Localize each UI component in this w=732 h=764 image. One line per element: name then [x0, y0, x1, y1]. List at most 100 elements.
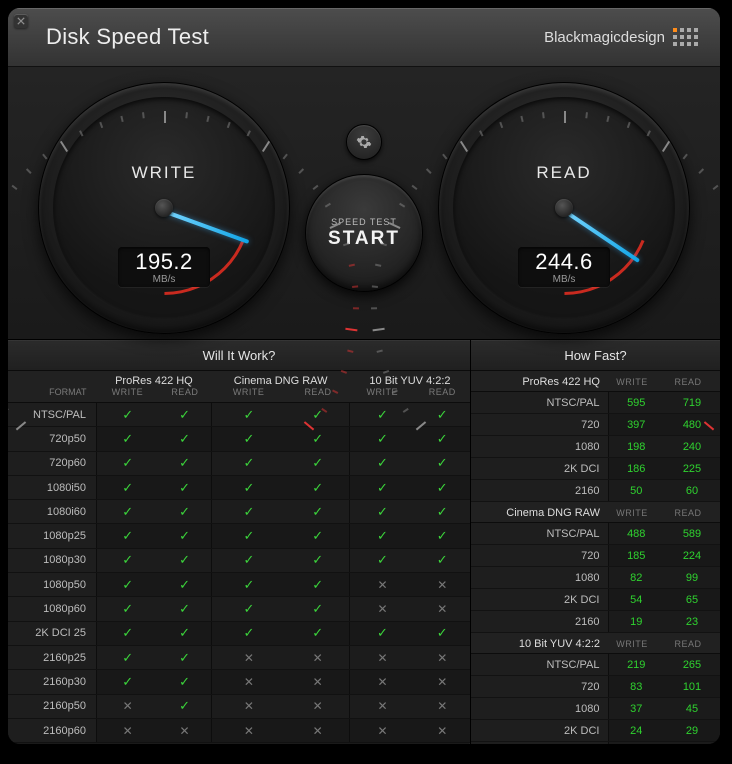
check-icon: ✓ — [377, 455, 388, 470]
read-fps: 45 — [664, 698, 720, 720]
read-unit: MB/s — [522, 274, 606, 285]
check-icon: ✓ — [179, 601, 190, 616]
check-icon: ✓ — [122, 480, 133, 495]
check-icon: ✓ — [243, 577, 254, 592]
brand-dots-icon — [673, 28, 698, 46]
format-label: 2160p60 — [8, 718, 97, 742]
table-row: 720397480 — [471, 414, 720, 436]
table-row: NTSC/PAL488589 — [471, 523, 720, 545]
read-fps: 240 — [664, 436, 720, 458]
check-icon: ✓ — [122, 528, 133, 543]
check-icon: ✓ — [312, 504, 323, 519]
cross-icon: ✕ — [123, 724, 133, 738]
write-fps: 219 — [608, 654, 664, 676]
format-label: 1080i50 — [8, 475, 97, 499]
format-label: 2160 — [471, 611, 608, 633]
write-fps: 37 — [608, 698, 664, 720]
check-icon: ✓ — [312, 455, 323, 470]
start-button-label: START — [328, 228, 400, 250]
check-icon: ✓ — [243, 504, 254, 519]
write-value: 195.2 — [122, 251, 206, 273]
write-fps: 82 — [608, 567, 664, 589]
format-label: 2160 — [471, 742, 608, 745]
check-icon: ✓ — [312, 625, 323, 640]
check-icon: ✓ — [243, 601, 254, 616]
table-row: 1080p60✓✓✓✓✕✕ — [8, 597, 470, 621]
cross-icon: ✕ — [377, 651, 387, 665]
read-fps: 480 — [664, 414, 720, 436]
codec-group-header: Cinema DNG RAWWRITEREAD — [471, 502, 720, 523]
brand-text: Blackmagicdesign — [544, 29, 665, 46]
check-icon: ✓ — [179, 407, 190, 422]
read-fps: 265 — [664, 654, 720, 676]
check-icon: ✓ — [243, 528, 254, 543]
cross-icon: ✕ — [180, 724, 190, 738]
check-icon: ✓ — [437, 455, 448, 470]
cross-icon: ✕ — [244, 699, 254, 713]
table-row: 2K DCI2429 — [471, 720, 720, 742]
table-row: 1080p50✓✓✓✓✕✕ — [8, 573, 470, 597]
app-title: Disk Speed Test — [46, 24, 209, 50]
table-row: 1080198240 — [471, 436, 720, 458]
check-icon: ✓ — [377, 431, 388, 446]
check-icon: ✓ — [122, 577, 133, 592]
format-label: 1080p50 — [8, 573, 97, 597]
check-icon: ✓ — [179, 504, 190, 519]
will-it-work-table: FORMATProRes 422 HQCinema DNG RAW10 Bit … — [8, 371, 470, 743]
check-icon: ✓ — [377, 480, 388, 495]
check-icon: ✓ — [243, 455, 254, 470]
check-icon: ✓ — [122, 552, 133, 567]
format-label: 720 — [471, 545, 608, 567]
cross-icon: ✕ — [313, 699, 323, 713]
cross-icon: ✕ — [377, 602, 387, 616]
close-button[interactable] — [14, 14, 28, 28]
format-label: 1080i60 — [8, 500, 97, 524]
check-icon: ✓ — [377, 407, 388, 422]
check-icon: ✓ — [243, 625, 254, 640]
check-icon: ✓ — [377, 528, 388, 543]
write-fps: 488 — [608, 523, 664, 545]
read-fps: 65 — [664, 589, 720, 611]
check-icon: ✓ — [243, 552, 254, 567]
read-fps: 101 — [664, 676, 720, 698]
check-icon: ✓ — [179, 698, 190, 713]
check-icon: ✓ — [437, 504, 448, 519]
cross-icon: ✕ — [313, 724, 323, 738]
format-label: 2K DCI — [471, 589, 608, 611]
write-fps: 54 — [608, 589, 664, 611]
how-fast-title: How Fast? — [471, 340, 720, 371]
table-row: 1080i50✓✓✓✓✓✓ — [8, 475, 470, 499]
table-row: 21601923 — [471, 611, 720, 633]
cross-icon: ✕ — [377, 699, 387, 713]
cross-icon: ✕ — [377, 578, 387, 592]
cross-icon: ✕ — [437, 651, 447, 665]
format-label: NTSC/PAL — [471, 654, 608, 676]
app-window: Disk Speed Test Blackmagicdesign WRITE 1… — [8, 8, 720, 744]
format-label: 720 — [471, 414, 608, 436]
gear-icon — [356, 134, 372, 150]
check-icon: ✓ — [122, 407, 133, 422]
check-icon: ✓ — [437, 528, 448, 543]
table-row: 1080p30✓✓✓✓✓✓ — [8, 548, 470, 572]
start-button[interactable]: SPEED TEST START — [305, 174, 423, 292]
check-icon: ✓ — [312, 431, 323, 446]
titlebar: Disk Speed Test Blackmagicdesign — [8, 8, 720, 67]
cross-icon: ✕ — [244, 724, 254, 738]
format-label: 1080p30 — [8, 548, 97, 572]
check-icon: ✓ — [179, 625, 190, 640]
cross-icon: ✕ — [313, 675, 323, 689]
brand-logo: Blackmagicdesign — [544, 28, 698, 46]
settings-button[interactable] — [346, 124, 382, 160]
write-fps: 9 — [608, 742, 664, 745]
write-fps: 397 — [608, 414, 664, 436]
check-icon: ✓ — [179, 552, 190, 567]
read-fps: 719 — [664, 392, 720, 414]
table-row: NTSC/PAL✓✓✓✓✓✓ — [8, 403, 470, 427]
check-icon: ✓ — [179, 650, 190, 665]
check-icon: ✓ — [122, 431, 133, 446]
check-icon: ✓ — [179, 674, 190, 689]
cross-icon: ✕ — [313, 651, 323, 665]
cross-icon: ✕ — [377, 675, 387, 689]
table-row: 21605060 — [471, 480, 720, 502]
check-icon: ✓ — [122, 601, 133, 616]
